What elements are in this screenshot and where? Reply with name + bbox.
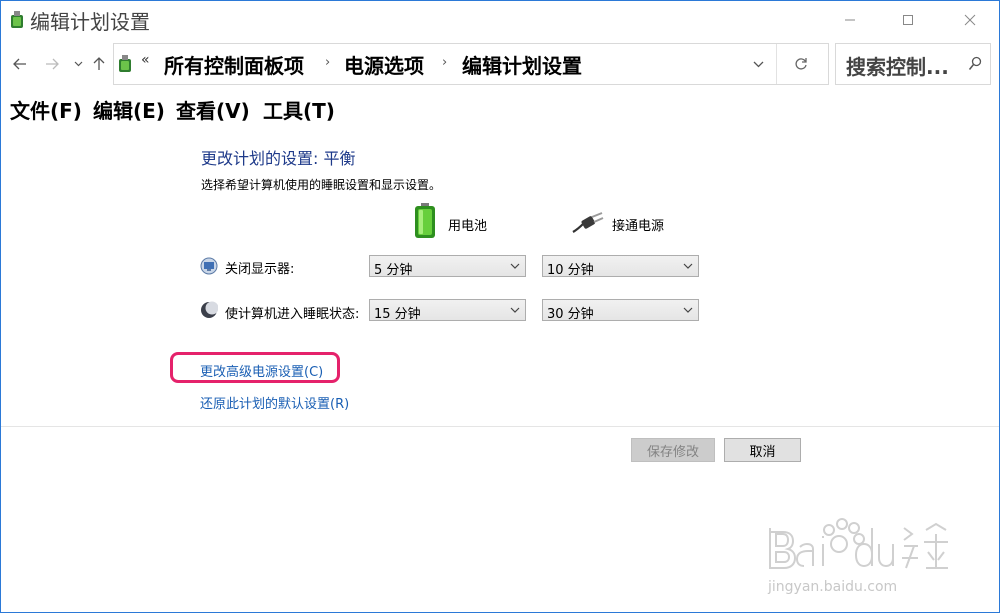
chevron-down-icon <box>510 263 520 269</box>
select-value: 30 分钟 <box>547 307 594 322</box>
minimize-icon <box>845 19 855 21</box>
battery-icon <box>415 203 435 238</box>
select-value: 5 分钟 <box>374 263 413 278</box>
plugged-in-column-label: 接通电源 <box>612 219 665 234</box>
search-icon[interactable] <box>968 56 982 72</box>
select-value: 10 分钟 <box>547 263 594 278</box>
chevron-down-icon <box>753 61 763 67</box>
search-input[interactable]: 搜索控制... <box>846 51 949 80</box>
footer-divider <box>1 426 999 427</box>
search-box[interactable]: 搜索控制... <box>835 43 991 85</box>
address-history-button[interactable] <box>744 52 772 76</box>
baidu-watermark: jingyan.baidu.com <box>764 506 964 606</box>
back-button[interactable] <box>9 50 31 78</box>
breadcrumb-all-control-panel-items[interactable]: 所有控制面板项 <box>164 50 304 79</box>
close-icon <box>964 14 976 26</box>
page-description: 选择希望计算机使用的睡眠设置和显示设置。 <box>201 178 442 192</box>
window: 编辑计划设置 « 所有控制面板项 › 电源选项 › 编辑计划设置 搜索控制...… <box>0 0 1000 613</box>
power-options-icon <box>11 11 23 28</box>
maximize-button[interactable] <box>885 1 931 39</box>
refresh-icon <box>795 58 807 70</box>
chevron-down-icon <box>683 307 693 313</box>
watermark-url: jingyan.baidu.com <box>768 579 898 595</box>
chevron-down-icon <box>510 307 520 313</box>
navigation-bar: « 所有控制面板项 › 电源选项 › 编辑计划设置 搜索控制... <box>1 41 999 87</box>
chevron-down-icon <box>683 263 693 269</box>
breadcrumb-separator[interactable]: › <box>325 55 330 70</box>
up-button[interactable] <box>89 50 109 78</box>
plug-icon <box>572 212 604 233</box>
breadcrumb-power-options[interactable]: 电源选项 <box>344 50 424 79</box>
page-title: 更改计划的设置: 平衡 <box>201 149 356 168</box>
restore-default-settings-link[interactable]: 还原此计划的默认设置(R) <box>200 393 349 412</box>
control-panel-icon <box>119 55 131 72</box>
title-bar[interactable]: 编辑计划设置 <box>1 1 999 39</box>
sleep-battery-select[interactable]: 15 分钟 <box>369 299 526 322</box>
menu-bar: 文件(F) 编辑(E) 查看(V) 工具(T) <box>1 91 999 125</box>
forward-button[interactable] <box>41 50 63 78</box>
minimize-button[interactable] <box>827 1 873 39</box>
save-changes-button[interactable]: 保存修改 <box>631 438 715 462</box>
arrow-left-icon <box>13 58 26 70</box>
cancel-button[interactable]: 取消 <box>724 438 801 462</box>
menu-tools[interactable]: 工具(T) <box>263 95 335 124</box>
menu-file[interactable]: 文件(F) <box>10 95 82 124</box>
arrow-up-icon <box>93 57 105 70</box>
breadcrumb-separator[interactable]: › <box>442 55 447 70</box>
turn-off-display-label: 关闭显示器: <box>225 262 295 277</box>
breadcrumb-overflow[interactable]: « <box>141 52 150 68</box>
window-title: 编辑计划设置 <box>30 10 150 34</box>
sleep-label: 使计算机进入睡眠状态: <box>225 307 360 322</box>
address-divider <box>776 44 777 84</box>
turn-off-display-plugged-select[interactable]: 10 分钟 <box>542 255 699 278</box>
turn-off-display-battery-select[interactable]: 5 分钟 <box>369 255 526 278</box>
breadcrumb-edit-plan-settings[interactable]: 编辑计划设置 <box>462 50 582 79</box>
address-bar[interactable]: « 所有控制面板项 › 电源选项 › 编辑计划设置 <box>113 43 829 85</box>
arrow-right-icon <box>46 58 59 70</box>
chevron-down-icon <box>74 61 82 67</box>
sleep-plugged-select[interactable]: 30 分钟 <box>542 299 699 322</box>
maximize-icon <box>903 15 913 25</box>
menu-edit[interactable]: 编辑(E) <box>93 95 165 124</box>
recent-locations-button[interactable] <box>69 50 87 78</box>
menu-view[interactable]: 查看(V) <box>176 95 250 124</box>
battery-column-label: 用电池 <box>448 219 488 234</box>
baidu-jingyan-logo <box>769 518 948 569</box>
display-icon <box>200 257 218 275</box>
refresh-button[interactable] <box>786 52 816 76</box>
select-value: 15 分钟 <box>374 307 421 322</box>
sleep-moon-icon <box>201 301 218 318</box>
close-button[interactable] <box>947 1 993 39</box>
change-advanced-power-settings-link[interactable]: 更改高级电源设置(C) <box>200 361 323 380</box>
